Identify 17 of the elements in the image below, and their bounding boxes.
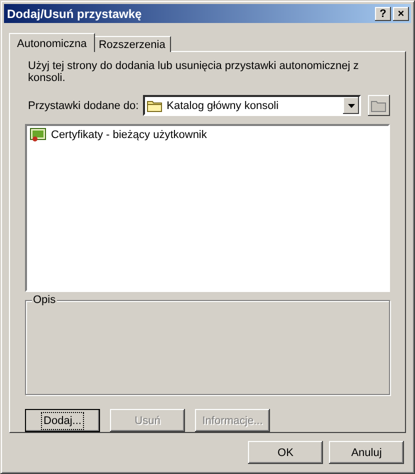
target-label: Przystawki dodane do: bbox=[28, 100, 139, 112]
dialog-button[interactable]: OK bbox=[248, 441, 323, 464]
dialog-button[interactable]: Anuluj bbox=[329, 441, 404, 464]
help-button[interactable]: ? bbox=[375, 6, 391, 20]
certificate-icon bbox=[30, 128, 46, 142]
window-title: Dodaj/Usuń przystawkę bbox=[7, 6, 143, 20]
close-button[interactable]: × bbox=[393, 6, 409, 20]
group-title: Opis bbox=[32, 294, 57, 306]
list-item[interactable]: Certyfikaty - bieżący użytkownik bbox=[49, 129, 209, 141]
target-dropdown[interactable]: Katalog główny konsoli bbox=[142, 95, 361, 116]
folder-icon bbox=[371, 99, 387, 112]
action-button[interactable]: Dodaj... bbox=[25, 409, 100, 432]
tab[interactable]: Rozszerzenia bbox=[92, 36, 172, 52]
tab[interactable]: Autonomiczna bbox=[9, 33, 95, 52]
intro-text: Użyj tej strony do dodania lub usunięcia przystawki autonomicznej z konsoli. bbox=[28, 60, 360, 84]
folder-icon bbox=[146, 99, 163, 112]
browse-button[interactable] bbox=[368, 95, 390, 116]
